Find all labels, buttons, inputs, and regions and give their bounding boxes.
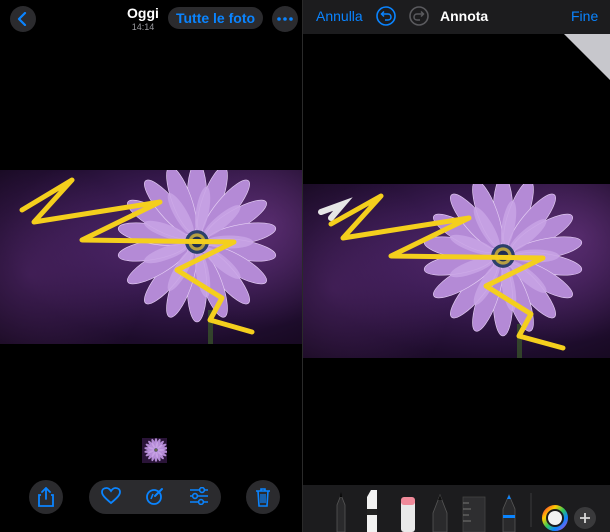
all-photos-button[interactable]: Tutte le foto (168, 7, 263, 29)
markup-canvas-photo[interactable] (303, 184, 610, 358)
page-curl (564, 34, 610, 80)
markup-tool-tray (303, 485, 610, 532)
ruler-tool-icon (462, 496, 486, 532)
flower-drawing (19, 170, 278, 344)
plus-icon (574, 507, 596, 529)
eraser-tool-icon (401, 497, 415, 532)
edit-actions-group (89, 480, 221, 514)
sliders-icon (190, 486, 208, 505)
photo-image[interactable] (0, 170, 302, 344)
more-button[interactable] (272, 6, 298, 32)
thumbnail-image (142, 438, 167, 463)
cancel-button[interactable]: Annulla (316, 8, 363, 24)
pen-edit-icon (146, 487, 163, 505)
color-wheel-icon (542, 505, 568, 531)
marker-tool-icon (367, 490, 377, 532)
markup-button[interactable] (145, 486, 165, 509)
markup-panel: Annulla Annota Fine (303, 0, 610, 532)
pen-tool-icon (336, 492, 346, 532)
undo-icon (376, 6, 396, 26)
undo-button[interactable] (376, 6, 396, 31)
photo-time: 14:14 (131, 22, 155, 32)
flower-drawing (318, 184, 584, 358)
delete-button[interactable] (246, 480, 280, 514)
share-icon (38, 487, 54, 507)
tool-tray-graphics (336, 490, 596, 532)
share-button[interactable] (29, 480, 63, 514)
chevron-left-icon (17, 12, 27, 26)
redo-icon (409, 6, 429, 26)
ellipsis-icon (277, 17, 293, 21)
pencil-tool-icon (432, 493, 448, 532)
trash-icon (256, 488, 270, 507)
heart-icon (101, 486, 121, 504)
done-button[interactable]: Fine (571, 8, 598, 24)
back-button[interactable] (10, 6, 36, 32)
markup-title: Annota (440, 8, 489, 24)
photo-viewer-panel: Oggi 14:14 Tutte le foto (0, 0, 302, 532)
colored-pencil-tool-icon (502, 493, 516, 532)
adjust-button[interactable] (189, 486, 209, 508)
album-title: Oggi (127, 5, 159, 21)
photo-thumbnail[interactable] (142, 438, 167, 463)
redo-button[interactable] (409, 6, 429, 31)
favorite-button[interactable] (101, 486, 121, 508)
header-title: Oggi 14:14 (118, 5, 168, 32)
